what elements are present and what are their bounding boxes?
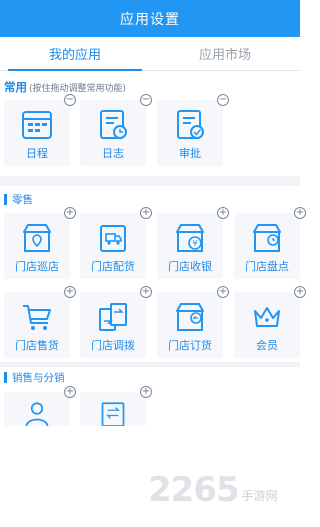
store-clock-icon: [253, 224, 281, 252]
approval-icon: [177, 110, 204, 139]
store-yen-icon: ¥: [176, 224, 204, 252]
add-icon[interactable]: +: [140, 207, 152, 219]
add-icon[interactable]: +: [140, 386, 152, 398]
watermark-text: 手游网: [241, 489, 278, 503]
add-icon[interactable]: +: [64, 207, 76, 219]
remove-icon[interactable]: −: [64, 94, 76, 106]
app-tile-sales-transfer[interactable]: +: [80, 386, 152, 426]
journal-clock-icon: [100, 110, 127, 139]
app-tile-store-distribution[interactable]: + 门店配货: [80, 207, 152, 279]
retail-label: 零售: [12, 194, 33, 206]
app-tile-store-transfer[interactable]: + 门店调拨: [80, 286, 152, 358]
person-icon: [25, 402, 49, 426]
app-label: 门店配货: [91, 260, 135, 273]
transfer-card-icon: [101, 402, 125, 426]
watermark-number: 2265: [148, 470, 240, 510]
retail-section-title: 零售: [4, 192, 33, 207]
calendar-icon: [22, 111, 52, 139]
tab-bar: 我的应用 应用市场: [0, 37, 300, 71]
site-watermark: 2265 手游网: [148, 470, 278, 510]
app-label: 门店盘点: [245, 260, 289, 273]
app-label: 日程: [26, 147, 48, 160]
delivery-truck-icon: [100, 225, 126, 252]
app-tile-customer[interactable]: +: [4, 386, 76, 426]
app-tile-approval[interactable]: − 审批: [157, 94, 229, 166]
common-section-title: 常用 (按住拖动调整常用功能): [4, 79, 126, 95]
common-hint: (按住拖动调整常用功能): [29, 84, 127, 94]
store-location-icon: [23, 224, 51, 252]
app-tile-store-sales[interactable]: + 门店售货: [4, 286, 76, 358]
remove-icon[interactable]: −: [217, 94, 229, 106]
app-tile-store-cashier[interactable]: + ¥ 门店收银: [157, 207, 229, 279]
sales-section-title: 销售与分销: [4, 370, 65, 385]
store-return-icon: [176, 303, 204, 331]
add-icon[interactable]: +: [294, 207, 306, 219]
section-divider: [0, 176, 300, 186]
app-label: 门店订货: [168, 339, 212, 352]
common-label: 常用: [4, 80, 27, 94]
add-icon[interactable]: +: [140, 286, 152, 298]
app-tile-store-patrol[interactable]: + 门店巡店: [4, 207, 76, 279]
app-tile-schedule[interactable]: − 日程: [4, 94, 76, 166]
transfer-docs-icon: [99, 303, 127, 331]
app-tile-store-order[interactable]: + 门店订货: [157, 286, 229, 358]
tab-app-market[interactable]: 应用市场: [150, 37, 300, 70]
remove-icon[interactable]: −: [140, 94, 152, 106]
add-icon[interactable]: +: [294, 286, 306, 298]
tab-my-apps[interactable]: 我的应用: [0, 37, 150, 71]
app-label: 日志: [102, 147, 124, 160]
sales-label: 销售与分销: [12, 372, 65, 384]
app-label: 审批: [179, 147, 201, 160]
app-label: 门店巡店: [15, 260, 59, 273]
app-label: 门店售货: [15, 339, 59, 352]
add-icon[interactable]: +: [64, 386, 76, 398]
app-label: 门店收银: [168, 260, 212, 273]
app-tile-log[interactable]: − 日志: [80, 94, 152, 166]
section-marker: [4, 194, 7, 205]
app-label: 门店调拨: [91, 339, 135, 352]
add-icon[interactable]: +: [217, 207, 229, 219]
shopping-cart-icon: [23, 305, 51, 330]
app-header: 应用设置: [0, 0, 300, 37]
section-divider: [0, 362, 300, 367]
app-label: 会员: [256, 339, 278, 352]
section-marker: [4, 372, 7, 383]
app-tile-store-inventory[interactable]: + 门店盘点: [234, 207, 306, 279]
svg-text:¥: ¥: [192, 239, 197, 248]
app-tile-member[interactable]: + 会员: [234, 286, 306, 358]
page-title: 应用设置: [120, 11, 180, 28]
crown-icon: [254, 307, 280, 327]
add-icon[interactable]: +: [217, 286, 229, 298]
add-icon[interactable]: +: [64, 286, 76, 298]
